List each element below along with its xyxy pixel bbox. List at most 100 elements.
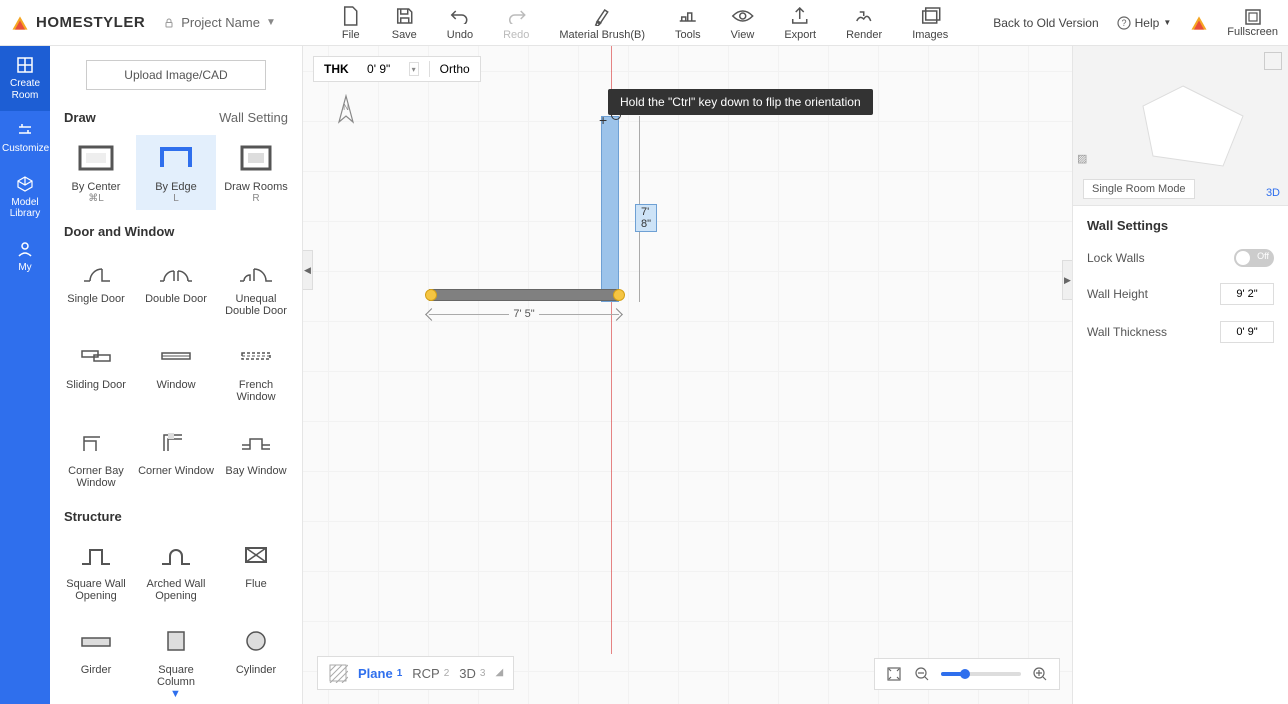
view-plane-tab[interactable]: Plane1 xyxy=(358,666,402,681)
section-structure-title: Structure xyxy=(50,495,302,532)
tool-corner-window[interactable]: Corner Window xyxy=(136,419,216,495)
hatch-toggle-icon[interactable] xyxy=(328,663,348,683)
by-center-icon xyxy=(74,141,118,175)
square-column-icon xyxy=(154,624,198,658)
crosshair-cursor-icon: + xyxy=(599,112,607,128)
tool-arched-wall-opening[interactable]: Arched Wall Opening xyxy=(136,532,216,608)
flue-icon xyxy=(234,538,278,572)
tool-girder[interactable]: Girder xyxy=(56,618,136,694)
brush-icon xyxy=(591,5,613,27)
tool-double-door[interactable]: Double Door xyxy=(136,247,216,323)
canvas-grid xyxy=(303,46,1072,704)
section-draw-title: Draw xyxy=(64,110,96,125)
canvas-area[interactable]: THK ▾ Ortho N Hold the "Ctrl" key down t… xyxy=(303,46,1072,704)
wall-thickness-label: Wall Thickness xyxy=(1087,325,1167,339)
svg-text:?: ? xyxy=(1121,18,1126,28)
fullscreen-button[interactable]: Fullscreen xyxy=(1227,8,1278,38)
section-door-window-title: Door and Window xyxy=(50,210,302,247)
tool-single-door[interactable]: Single Door xyxy=(56,247,136,323)
tool-sliding-door[interactable]: Sliding Door xyxy=(56,333,136,409)
wall-setting-link[interactable]: Wall Setting xyxy=(219,110,288,125)
material-brush-button[interactable]: Material Brush(B) xyxy=(559,5,645,41)
thk-label: THK xyxy=(324,62,349,76)
rail-customize[interactable]: Customize xyxy=(0,111,50,165)
scroll-down-icon[interactable]: ▼ xyxy=(170,688,181,700)
upload-button[interactable]: Upload Image/CAD xyxy=(86,60,266,90)
wall-thickness-input[interactable] xyxy=(1220,321,1274,343)
redo-button[interactable]: Redo xyxy=(503,5,529,41)
hint-tooltip: Hold the "Ctrl" key down to flip the ori… xyxy=(608,89,873,115)
preview-expand-button[interactable] xyxy=(1264,52,1282,70)
zoom-out-button[interactable] xyxy=(913,665,931,683)
tool-bay-window[interactable]: Bay Window xyxy=(216,419,296,495)
tool-square-wall-opening[interactable]: Square Wall Opening xyxy=(56,532,136,608)
tool-french-window[interactable]: French Window xyxy=(216,333,296,409)
room-icon xyxy=(16,56,34,74)
view-tabs: Plane1 RCP2 3D3 ◢ xyxy=(317,656,514,690)
tools-menu[interactable]: Tools xyxy=(675,5,701,41)
homestyler-small-logo-icon[interactable] xyxy=(1189,13,1209,33)
tool-flue[interactable]: Flue xyxy=(216,532,296,608)
collapse-right-panel-button[interactable]: ▶ xyxy=(1062,260,1072,300)
zoom-slider[interactable] xyxy=(941,672,1021,676)
eye-icon xyxy=(731,5,753,27)
thk-dropdown-icon[interactable]: ▾ xyxy=(409,62,419,76)
thk-input[interactable] xyxy=(359,62,399,76)
project-dropdown[interactable]: Project Name ▼ xyxy=(163,15,276,30)
preview-mode-button[interactable]: Single Room Mode xyxy=(1083,179,1195,199)
corner-bay-window-icon xyxy=(74,425,118,459)
rail-model-library[interactable]: Model Library xyxy=(0,165,50,230)
wall-node[interactable] xyxy=(613,289,625,301)
export-button[interactable]: Export xyxy=(784,5,816,41)
dimension-vertical: 7' 8" xyxy=(633,116,647,302)
preview-3d-label[interactable]: 3D xyxy=(1266,187,1280,199)
double-door-icon xyxy=(154,253,198,287)
tool-square-column[interactable]: Square Column xyxy=(136,618,216,694)
tool-window[interactable]: Window xyxy=(136,333,216,409)
back-to-old-link[interactable]: Back to Old Version xyxy=(993,16,1098,30)
top-toolbar: HOMESTYLER Project Name ▼ File Save Undo… xyxy=(0,0,1288,46)
french-window-icon xyxy=(234,339,278,373)
compass-icon[interactable]: N xyxy=(331,94,361,128)
file-menu[interactable]: File xyxy=(340,5,362,41)
customize-icon xyxy=(16,121,34,139)
wall-height-input[interactable] xyxy=(1220,283,1274,305)
wall-node[interactable] xyxy=(425,289,437,301)
ortho-button[interactable]: Ortho xyxy=(440,62,470,76)
left-rail: Create Room Customize Model Library My xyxy=(0,46,50,704)
images-button[interactable]: Images xyxy=(912,5,948,41)
tool-cylinder[interactable]: Cylinder xyxy=(216,618,296,694)
zoom-in-button[interactable] xyxy=(1031,665,1049,683)
save-button[interactable]: Save xyxy=(392,5,417,41)
right-tools: Back to Old Version ?Help▼ Fullscreen xyxy=(993,8,1288,38)
dimension-input[interactable]: 7' 8" xyxy=(635,204,657,232)
redo-icon xyxy=(505,5,527,27)
app-logo[interactable]: HOMESTYLER xyxy=(0,13,155,33)
wall-segment-drawing[interactable] xyxy=(601,116,619,302)
app-name: HOMESTYLER xyxy=(36,14,145,31)
tool-draw-rooms[interactable]: Draw RoomsR xyxy=(216,135,296,210)
help-button[interactable]: ?Help▼ xyxy=(1117,16,1172,30)
tool-by-center[interactable]: By Center⌘L xyxy=(56,135,136,210)
viewbar-resize-handle[interactable]: ◢ xyxy=(495,667,503,683)
view-rcp-tab[interactable]: RCP2 xyxy=(412,666,449,681)
undo-button[interactable]: Undo xyxy=(447,5,473,41)
project-name: Project Name xyxy=(181,15,260,30)
preview-3d[interactable]: ▨ Single Room Mode 3D xyxy=(1073,46,1288,206)
rail-create-room[interactable]: Create Room xyxy=(0,46,50,111)
render-button[interactable]: Render xyxy=(846,5,882,41)
view-3d-tab[interactable]: 3D3 xyxy=(459,666,485,681)
user-icon xyxy=(16,240,34,258)
lock-walls-toggle[interactable]: Off xyxy=(1234,249,1274,267)
rail-my[interactable]: My xyxy=(0,230,50,284)
collapse-sidebar-button[interactable]: ◀ xyxy=(303,250,313,290)
tool-corner-bay-window[interactable]: Corner Bay Window xyxy=(56,419,136,495)
girder-icon xyxy=(74,624,118,658)
tool-by-edge[interactable]: By EdgeL xyxy=(136,135,216,210)
preview-hatch-icon[interactable]: ▨ xyxy=(1077,152,1087,165)
wall-segment-existing[interactable] xyxy=(429,289,619,301)
zoom-fit-button[interactable] xyxy=(885,665,903,683)
tool-unequal-double-door[interactable]: Unequal Double Door xyxy=(216,247,296,323)
view-menu[interactable]: View xyxy=(731,5,755,41)
wall-settings-title: Wall Settings xyxy=(1073,206,1288,241)
